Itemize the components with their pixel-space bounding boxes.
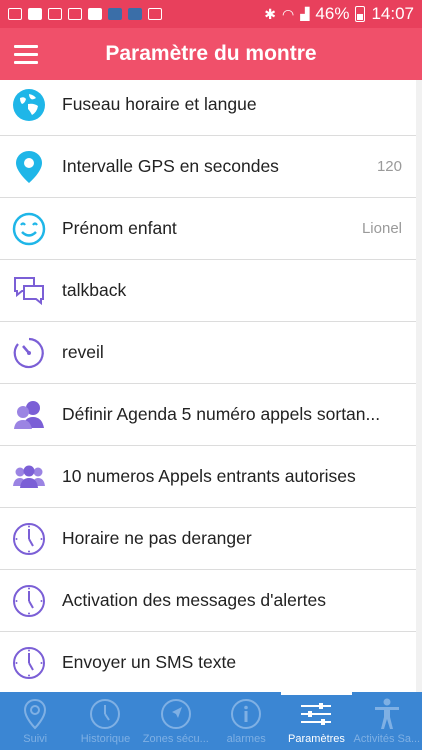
setting-label: Envoyer un SMS texte (62, 652, 237, 672)
setting-agenda-outgoing[interactable]: Définir Agenda 5 numéro appels sortan... (0, 384, 416, 446)
clock-time: 14:07 (371, 4, 414, 23)
tab-historique[interactable]: Historique (70, 692, 140, 750)
setting-label: Activation des messages d'alertes (62, 590, 327, 610)
setting-do-not-disturb[interactable]: Horaire ne pas deranger (0, 508, 416, 570)
location-pin-icon (23, 697, 47, 731)
tab-suivi[interactable]: Suivi (0, 692, 70, 750)
setting-label: Fuseau horaire et langue (62, 94, 257, 114)
setting-value: Lionel (361, 220, 402, 237)
chat-bubbles-icon (12, 274, 46, 308)
setting-gps-interval[interactable]: Intervalle GPS en secondes 120 (0, 136, 416, 198)
app-bar: Paramètre du montre (0, 28, 422, 80)
info-icon (230, 697, 262, 731)
hamburger-icon (14, 44, 38, 48)
setting-talkback[interactable]: talkback (0, 260, 416, 322)
smiley-icon (12, 212, 46, 246)
settings-list: Fuseau horaire et langue Intervalle GPS … (0, 80, 416, 692)
setting-label: 10 numeros Appels entrants autorises (62, 466, 356, 486)
close-box-icon (148, 8, 162, 20)
tab-label: alarmes (226, 733, 266, 745)
navigation-arrow-icon (160, 697, 192, 731)
hamburger-icon-line (14, 52, 38, 56)
contacts-icon (12, 398, 46, 432)
location-pin-icon (12, 150, 46, 184)
tab-label: Paramètres (288, 733, 345, 745)
setting-label: talkback (62, 280, 127, 300)
group-icon (12, 460, 46, 494)
hamburger-icon-line (14, 60, 38, 64)
globe-icon (12, 88, 46, 122)
mail-icon (8, 8, 22, 20)
battery-icon (355, 6, 366, 22)
status-bar: ✱ ◠ ▟ 46% 14:07 (0, 0, 422, 28)
setting-reveil[interactable]: reveil (0, 322, 416, 384)
tab-label: Suivi (23, 733, 48, 745)
image-icon (48, 8, 62, 20)
wifi-icon: ◠ (281, 5, 295, 22)
person-icon (373, 697, 401, 731)
timer-icon (12, 336, 46, 370)
notification-icons (8, 8, 162, 20)
bluetooth-icon: ✱ (264, 5, 276, 22)
clock-icon (12, 646, 46, 680)
tab-label: Historique (80, 733, 131, 745)
bottom-tab-bar: Suivi Historique Zones sécu... alarmes P… (0, 692, 422, 750)
tab-label: Activités Sa... (353, 733, 421, 745)
page-title: Paramètre du montre (105, 42, 317, 65)
setting-label: Définir Agenda 5 numéro appels sortan... (62, 404, 381, 424)
setting-value: 120 (376, 158, 402, 175)
tab-label: Zones sécu... (142, 733, 209, 745)
setting-send-sms[interactable]: Envoyer un SMS texte (0, 632, 416, 692)
battery-percent: 46% (315, 4, 350, 23)
clock-icon (12, 584, 46, 618)
tab-zones[interactable]: Zones sécu... (141, 692, 211, 750)
setting-alert-messages[interactable]: Activation des messages d'alertes (0, 570, 416, 632)
setting-timezone-language[interactable]: Fuseau horaire et langue (0, 80, 416, 136)
setting-incoming-calls[interactable]: 10 numeros Appels entrants autorises (0, 446, 416, 508)
app-notification-icon (108, 8, 122, 20)
app-notification-icon (128, 8, 142, 20)
clock-icon (12, 522, 46, 556)
scrollbar[interactable] (416, 80, 422, 692)
setting-label: Horaire ne pas deranger (62, 528, 252, 548)
tab-activites[interactable]: Activités Sa... (352, 692, 422, 750)
video-icon (88, 8, 102, 20)
photo-icon (68, 8, 82, 20)
sliders-icon (299, 697, 333, 731)
setting-label: Prénom enfant (62, 218, 177, 238)
clock-icon (89, 697, 121, 731)
setting-label: reveil (62, 342, 104, 362)
signal-icon: ▟ (300, 7, 310, 21)
menu-button[interactable] (0, 28, 52, 80)
setting-child-name[interactable]: Prénom enfant Lionel (0, 198, 416, 260)
tab-parametres[interactable]: Paramètres (281, 692, 352, 750)
gallery-icon (28, 8, 42, 20)
tab-alarmes[interactable]: alarmes (211, 692, 281, 750)
setting-label: Intervalle GPS en secondes (62, 156, 279, 176)
